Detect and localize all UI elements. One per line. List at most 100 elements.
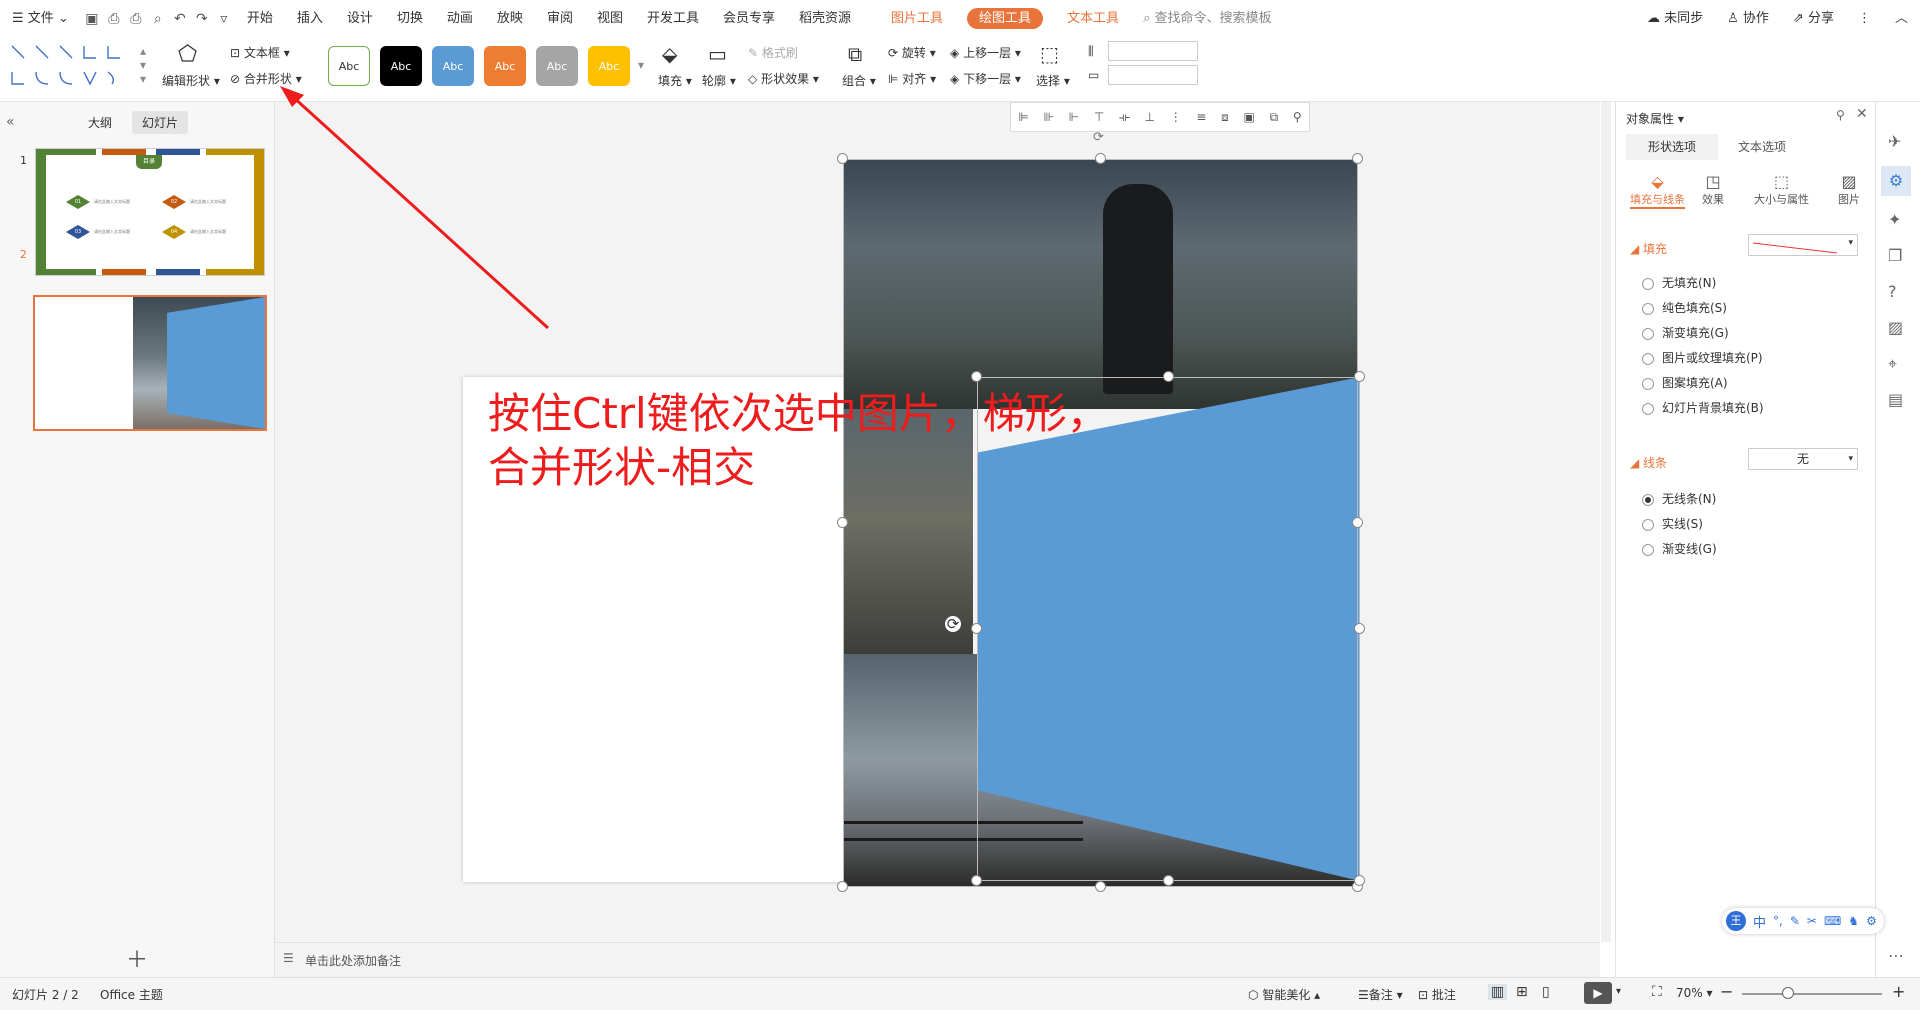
picture-handle-tc[interactable] bbox=[1095, 153, 1106, 164]
equal-spacing-icon[interactable]: ⧈ bbox=[1221, 110, 1229, 125]
tab-text-tools[interactable]: 文本工具 bbox=[1055, 0, 1131, 38]
slide-thumb-1[interactable]: 目录 01 02 03 04 请在此输入文本标题 请在此输入文本标题 请在此输入… bbox=[35, 148, 265, 276]
trapezoid-handle-ml[interactable] bbox=[971, 623, 982, 634]
tab-slideshow[interactable]: 放映 bbox=[485, 0, 535, 38]
sorter-view-icon[interactable]: ⊞ bbox=[1516, 984, 1528, 1000]
radio-fill-none[interactable] bbox=[1642, 277, 1654, 290]
fill-option-none[interactable]: 无填充(N) bbox=[1642, 274, 1716, 291]
line-option-gradient[interactable]: 渐变线(G) bbox=[1642, 540, 1717, 557]
textbox-button[interactable]: ⊡ 文本框 ▾ bbox=[230, 44, 290, 61]
help-icon[interactable]: ? bbox=[1888, 282, 1897, 301]
ime-punct-icon[interactable]: °, bbox=[1773, 914, 1783, 928]
zoom-slider-thumb[interactable] bbox=[1782, 987, 1794, 999]
subtab-fill-line[interactable]: ⬙ 填充与线条 bbox=[1630, 172, 1685, 209]
format-painter-button[interactable]: ✎ 格式刷 bbox=[748, 44, 798, 61]
select-button[interactable]: 选择 ▾ bbox=[1036, 72, 1070, 89]
picture-handle-tr[interactable] bbox=[1352, 153, 1363, 164]
trapezoid-handle-mr[interactable] bbox=[1354, 623, 1365, 634]
ime-skin-icon[interactable]: ♞ bbox=[1848, 914, 1859, 928]
tab-home[interactable]: 开始 bbox=[235, 0, 285, 38]
tab-text-options[interactable]: 文本选项 bbox=[1738, 134, 1786, 160]
picture-handle-ml[interactable] bbox=[837, 517, 848, 528]
zoom-level[interactable]: 70% ▾ bbox=[1676, 986, 1713, 1000]
notes-toggle-button[interactable]: ☰备注 ▾ bbox=[1358, 986, 1403, 1003]
radio-fill-background[interactable] bbox=[1642, 402, 1654, 415]
fit-slide-icon[interactable]: ▣ bbox=[1244, 110, 1255, 124]
height-input[interactable] bbox=[1108, 41, 1198, 61]
normal-view-icon[interactable]: ▥ bbox=[1488, 984, 1508, 1000]
location-icon[interactable]: ⌖ bbox=[1888, 354, 1897, 374]
tab-animation[interactable]: 动画 bbox=[435, 0, 485, 38]
collapse-ribbon-icon[interactable]: ︿ bbox=[1883, 0, 1920, 38]
tab-picture-tools[interactable]: 图片工具 bbox=[879, 0, 955, 38]
close-icon[interactable]: ✕ bbox=[1856, 106, 1868, 122]
gallery-scroll[interactable]: ▴ ▾ ▾ bbox=[140, 44, 146, 86]
merge-shape-button[interactable]: ⊘ 合并形状 ▾ bbox=[230, 70, 302, 87]
notes-bar[interactable]: ☰ 单击此处添加备注 bbox=[275, 942, 1600, 977]
subtab-picture[interactable]: ▨ 图片 bbox=[1838, 172, 1860, 207]
comment-button[interactable]: ⊡ 批注 bbox=[1418, 986, 1456, 1003]
zoom-in-icon[interactable]: + bbox=[1892, 982, 1905, 1001]
subtab-effect[interactable]: ◳ 效果 bbox=[1702, 172, 1724, 207]
ime-logo-icon[interactable]: 王 bbox=[1726, 911, 1746, 931]
preview-icon[interactable]: ⌕ bbox=[147, 0, 169, 38]
shape-style-2[interactable]: Abc bbox=[380, 46, 422, 86]
copy-icon[interactable]: ❐ bbox=[1888, 246, 1902, 265]
fit-window-icon[interactable]: ⛶ bbox=[1652, 984, 1662, 1000]
width-input[interactable] bbox=[1108, 65, 1198, 85]
book-icon[interactable]: ▤ bbox=[1888, 390, 1903, 409]
align-center-icon[interactable]: ⊪ bbox=[1044, 110, 1054, 124]
search-box[interactable]: ⌕ 查找命令、搜索模板 bbox=[1131, 0, 1283, 38]
tab-transition[interactable]: 切换 bbox=[385, 0, 435, 38]
radio-fill-gradient[interactable] bbox=[1642, 327, 1654, 340]
tab-review[interactable]: 审阅 bbox=[535, 0, 585, 38]
align-bottom-icon[interactable]: ⊥ bbox=[1145, 110, 1155, 124]
tab-drawing-tools[interactable]: 绘图工具 bbox=[955, 0, 1055, 38]
distribute-h-icon[interactable]: ⋮ bbox=[1170, 110, 1182, 124]
ime-pen-icon[interactable]: ✎ bbox=[1790, 914, 1800, 928]
tab-outline[interactable]: 大纲 bbox=[88, 114, 112, 131]
save-icon[interactable]: ▣ bbox=[81, 0, 103, 38]
sync-button[interactable]: ☁ 未同步 bbox=[1635, 0, 1715, 38]
more-tools-icon[interactable]: ⋯ bbox=[1888, 946, 1904, 965]
trapezoid-handle-bc[interactable] bbox=[1163, 875, 1174, 886]
redo-icon[interactable]: ↷ bbox=[191, 0, 213, 38]
shape-style-5[interactable]: Abc bbox=[536, 46, 578, 86]
picture-handle-mr[interactable] bbox=[1352, 517, 1363, 528]
customize-icon[interactable]: ▿ bbox=[213, 0, 235, 38]
styles-more-icon[interactable]: ▾ bbox=[638, 58, 644, 72]
trapezoid-handle-tr[interactable] bbox=[1354, 371, 1365, 382]
align-middle-icon[interactable]: ⟛ bbox=[1119, 110, 1130, 125]
export-icon[interactable]: ⎙ bbox=[103, 0, 125, 38]
tab-slides[interactable]: 幻灯片 bbox=[132, 111, 189, 134]
ime-mode[interactable]: 中 bbox=[1753, 912, 1766, 931]
combine-icon[interactable]: ⧉ bbox=[1270, 110, 1279, 125]
more-icon[interactable]: ⋮ bbox=[1846, 0, 1883, 38]
ime-scissor-icon[interactable]: ✂ bbox=[1807, 914, 1817, 928]
subtab-size[interactable]: ⬚ 大小与属性 bbox=[1754, 172, 1809, 207]
theme-name[interactable]: Office 主题 bbox=[100, 986, 163, 1003]
send-backward-button[interactable]: ◈ 下移一层 ▾ bbox=[950, 70, 1021, 87]
share-button[interactable]: ⇗ 分享 bbox=[1781, 0, 1846, 38]
collapse-pane-icon[interactable]: « bbox=[6, 114, 15, 130]
radio-fill-picture[interactable] bbox=[1642, 352, 1654, 365]
trapezoid-handle-br[interactable] bbox=[1354, 875, 1365, 886]
fill-option-pattern[interactable]: 图案填充(A) bbox=[1642, 374, 1728, 391]
line-option-solid[interactable]: 实线(S) bbox=[1642, 515, 1703, 532]
align-top-icon[interactable]: ⊤ bbox=[1094, 110, 1104, 124]
edit-shape-button[interactable]: 编辑形状 ▾ bbox=[162, 72, 220, 89]
tab-member[interactable]: 会员专享 bbox=[711, 0, 787, 38]
play-dropdown-icon[interactable]: ▾ bbox=[1616, 986, 1621, 997]
trapezoid-handle-bl[interactable] bbox=[971, 875, 982, 886]
fill-color-dropdown[interactable]: ▾ bbox=[1748, 234, 1858, 256]
line-option-none[interactable]: 无线条(N) bbox=[1642, 490, 1716, 507]
tab-docer[interactable]: 稻壳资源 bbox=[787, 0, 863, 38]
radio-line-gradient[interactable] bbox=[1642, 543, 1654, 556]
add-slide-icon[interactable]: ＋ bbox=[126, 942, 148, 974]
fill-option-background[interactable]: 幻灯片背景填充(B) bbox=[1642, 399, 1764, 416]
picture-handle-bc[interactable] bbox=[1095, 881, 1106, 892]
pin-panel-icon[interactable]: ⚲ bbox=[1836, 108, 1845, 122]
line-shapes-gallery[interactable] bbox=[8, 42, 144, 92]
fill-button[interactable]: 填充 ▾ bbox=[658, 72, 692, 89]
trapezoid-handle-tl[interactable] bbox=[971, 371, 982, 382]
